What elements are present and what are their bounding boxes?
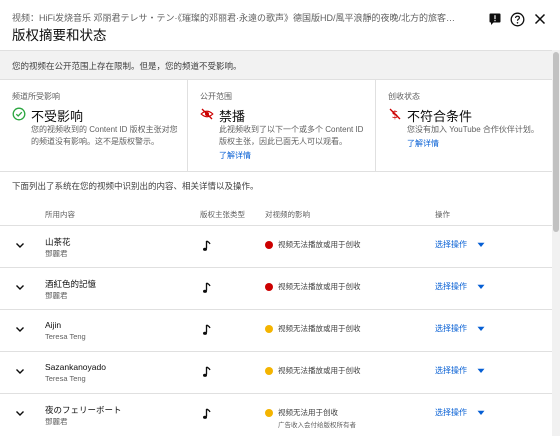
select-action-button[interactable]: 选择操作	[435, 281, 467, 292]
content-title: 夜のフェリーボート	[45, 405, 122, 415]
card-label: 频道所受影响	[12, 92, 60, 101]
table-row: 酒紅色的記憶 鄧麗君 视频无法播放或用于创收 选择操作	[0, 268, 552, 310]
status-dot	[265, 409, 273, 417]
select-action-button[interactable]: 选择操作	[435, 407, 467, 418]
card-value: 禁播	[219, 109, 246, 124]
select-action-button[interactable]: 选择操作	[435, 239, 467, 250]
caret-down-icon[interactable]	[477, 242, 485, 248]
table-row: Aijin Teresa Teng 视频无法播放或用于创收 选择操作	[0, 310, 552, 352]
scrollbar[interactable]	[552, 50, 560, 436]
card-label: 创收状态	[388, 92, 420, 101]
check-circle-icon	[12, 107, 26, 121]
impact-text: 视频无法播放或用于创收	[278, 282, 361, 291]
feedback-icon[interactable]	[486, 10, 504, 28]
close-icon[interactable]	[531, 10, 549, 28]
column-header-claim-type: 版权主张类型	[200, 210, 245, 219]
content-artist: 鄧麗君	[45, 249, 68, 258]
table-header: 所用内容 版权主张类型 对视频的影响 操作	[0, 200, 552, 226]
dialog-header: 视频：HiFi发烧音乐 邓丽君テレサ・テン·《璀璨的邓丽君·永遠の歌声》德国版H…	[0, 0, 560, 50]
chevron-down-icon[interactable]	[14, 407, 26, 419]
restriction-banner: 您的视频在公开范围上存在限制。但是，您的频道不受影响。	[0, 50, 552, 80]
table-row: 夜のフェリーボート 鄧麗君 视频无法用于创收 广告收入会付给版权所有者 选择操作	[0, 394, 552, 436]
music-note-icon	[203, 240, 211, 251]
content-artist: 鄧麗君	[45, 291, 68, 300]
channel-impact-card: 频道所受影响 不受影响 您的视频收到的 Content ID 版权主张对您的频道…	[0, 80, 187, 172]
column-header-action: 操作	[435, 210, 450, 219]
card-description: 您没有加入 YouTube 合作伙伴计划。	[407, 125, 539, 134]
status-dot	[265, 241, 273, 249]
scrollbar-thumb[interactable]	[553, 52, 559, 232]
chevron-down-icon[interactable]	[14, 239, 26, 251]
impact-text: 视频无法播放或用于创收	[278, 324, 361, 333]
impact-text: 视频无法播放或用于创收	[278, 366, 361, 375]
music-note-icon	[203, 324, 211, 335]
card-value: 不符合条件	[407, 109, 473, 124]
chevron-down-icon[interactable]	[14, 281, 26, 293]
caret-down-icon[interactable]	[477, 284, 485, 290]
page-title: 版权摘要和状态	[12, 28, 107, 43]
content-title: Sazankanoyado	[45, 362, 106, 372]
content-title: Aijin	[45, 320, 62, 330]
chevron-down-icon[interactable]	[14, 365, 26, 377]
impact-text: 视频无法用于创收	[278, 408, 338, 417]
status-dot	[265, 283, 273, 291]
content-artist: 鄧麗君	[45, 417, 68, 426]
learn-more-link[interactable]: 了解详情	[407, 138, 439, 149]
column-header-content: 所用内容	[45, 210, 75, 219]
chevron-down-icon[interactable]	[14, 323, 26, 335]
impact-note: 广告收入会付给版权所有者	[278, 422, 356, 429]
music-note-icon	[203, 408, 211, 419]
music-note-icon	[203, 366, 211, 377]
video-title-line: 视频：HiFi发烧音乐 邓丽君テレサ・テン·《璀璨的邓丽君·永遠の歌声》德国版H…	[12, 13, 457, 23]
column-header-impact: 对视频的影响	[265, 210, 310, 219]
status-dot	[265, 367, 273, 375]
content-title: 山茶花	[45, 237, 71, 247]
select-action-button[interactable]: 选择操作	[435, 365, 467, 376]
card-description: 此视频收到了以下一个或多个 Content ID 版权主张，因此已面无人可以观看…	[219, 125, 364, 146]
help-icon[interactable]	[508, 10, 526, 28]
monetization-card: 创收状态 $ 不符合条件 您没有加入 YouTube 合作伙伴计划。 了解详情	[376, 80, 552, 172]
status-dot	[265, 325, 273, 333]
table-row: 山茶花 鄧麗君 视频无法播放或用于创收 选择操作	[0, 226, 552, 268]
visibility-card: 公开范围 禁播 此视频收到了以下一个或多个 Content ID 版权主张，因此…	[188, 80, 375, 172]
card-label: 公开范围	[200, 92, 232, 101]
content-artist: Teresa Teng	[45, 374, 86, 383]
table-row: Sazankanoyado Teresa Teng 视频无法播放或用于创收 选择…	[0, 352, 552, 394]
select-action-button[interactable]: 选择操作	[435, 323, 467, 334]
card-description: 您的视频收到的 Content ID 版权主张对您的频道没有影响。这不是版权警示…	[31, 125, 178, 146]
visibility-off-icon	[200, 108, 214, 120]
content-artist: Teresa Teng	[45, 332, 86, 341]
money-off-icon: $	[389, 108, 401, 121]
caret-down-icon[interactable]	[477, 368, 485, 374]
content-title: 酒紅色的記憶	[45, 279, 97, 289]
impact-text: 视频无法播放或用于创收	[278, 240, 361, 249]
learn-more-link[interactable]: 了解详情	[219, 150, 251, 161]
caret-down-icon[interactable]	[477, 410, 485, 416]
caret-down-icon[interactable]	[477, 326, 485, 332]
music-note-icon	[203, 282, 211, 293]
status-cards: 频道所受影响 不受影响 您的视频收到的 Content ID 版权主张对您的频道…	[0, 80, 552, 172]
card-value: 不受影响	[31, 109, 84, 124]
banner-text: 您的视频在公开范围上存在限制。但是，您的频道不受影响。	[12, 61, 242, 71]
table-intro: 下面列出了系统在您的视频中识别出的内容、相关详情以及操作。	[12, 181, 259, 191]
